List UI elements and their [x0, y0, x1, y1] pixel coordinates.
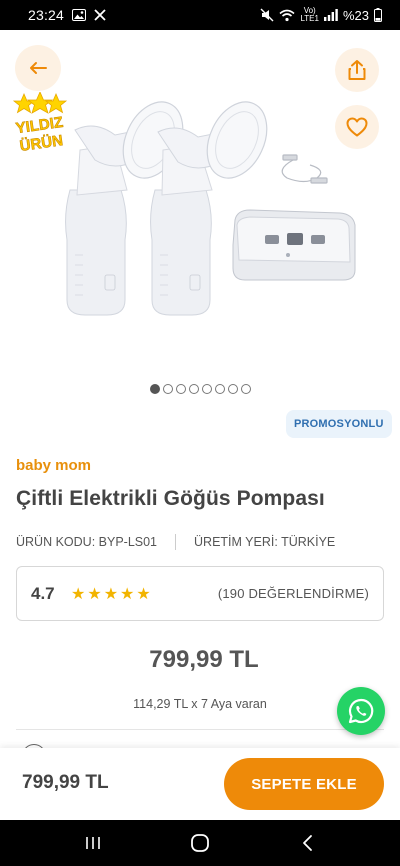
pagination-dot[interactable]	[176, 384, 186, 394]
whatsapp-icon	[348, 698, 374, 724]
pagination-dot[interactable]	[228, 384, 238, 394]
home-button[interactable]	[180, 828, 220, 858]
bottom-price: 799,99 TL	[22, 772, 109, 793]
status-left: 23:24	[28, 7, 106, 23]
bottom-purchase-bar: 799,99 TL SEPETE EKLE	[0, 748, 400, 820]
star-icon: ★	[87, 585, 102, 603]
product-image[interactable]	[55, 90, 365, 320]
home-icon	[191, 834, 209, 852]
back-button[interactable]	[15, 45, 61, 91]
share-icon	[348, 60, 366, 80]
star-icon: ★	[71, 585, 86, 603]
star-icon: ★	[103, 585, 119, 603]
rating-summary[interactable]: 4.7 ★ ★ ★ ★ ★ (190 DEĞERLENDİRME)	[16, 566, 384, 621]
system-navigation-bar	[0, 820, 400, 866]
pagination-dot[interactable]	[202, 384, 212, 394]
status-right: Vo) LTE1 %23	[260, 7, 382, 23]
x-logo-icon	[94, 9, 106, 21]
meta-divider	[175, 534, 177, 550]
section-divider	[16, 729, 384, 730]
battery-icon	[374, 8, 382, 22]
product-origin: ÜRETİM YERİ: TÜRKİYE	[194, 535, 336, 549]
rating-stars: ★ ★ ★ ★ ★	[71, 584, 151, 604]
rating-value: 4.7	[31, 583, 55, 603]
pagination-dot[interactable]	[215, 384, 225, 394]
product-price: 799,99 TL	[149, 646, 259, 673]
brand-link[interactable]: baby mom	[16, 457, 91, 474]
pagination-dot[interactable]	[189, 384, 199, 394]
pagination-dot[interactable]	[241, 384, 251, 394]
recent-apps-button[interactable]	[73, 828, 113, 858]
chevron-left-icon	[302, 835, 312, 851]
product-gallery[interactable]: YILDIZ ÜRÜN	[0, 30, 400, 400]
wifi-icon	[279, 9, 295, 22]
mute-icon	[260, 8, 274, 22]
status-bar: 23:24 Vo) LTE1 %23	[0, 0, 400, 30]
pagination-dot[interactable]	[163, 384, 173, 394]
image-pagination[interactable]	[150, 384, 251, 394]
motor-unit	[232, 209, 356, 281]
status-time: 23:24	[28, 7, 65, 23]
pagination-dot[interactable]	[150, 384, 160, 394]
product-code: ÜRÜN KODU: BYP-LS01	[16, 535, 158, 549]
whatsapp-button[interactable]	[337, 687, 385, 735]
star-icon: ★	[120, 585, 135, 603]
battery-percent: %23	[342, 7, 369, 23]
cable	[281, 154, 328, 184]
arrow-left-icon	[30, 62, 47, 74]
product-title: Çiftli Elektrikli Göğüs Pompası	[16, 487, 325, 510]
network-label: Vo) LTE1	[300, 6, 319, 23]
share-button[interactable]	[335, 48, 379, 92]
recent-apps-icon	[86, 837, 101, 849]
star-icon: ★	[136, 585, 151, 603]
nav-back-button[interactable]	[287, 828, 327, 858]
signal-icon	[323, 9, 338, 21]
network-type: LTE1	[300, 14, 319, 23]
gallery-icon	[72, 9, 87, 21]
review-count-link[interactable]: (190 DEĞERLENDİRME)	[218, 586, 369, 601]
promo-badge: PROMOSYONLU	[286, 410, 392, 438]
add-to-cart-button[interactable]: SEPETE EKLE	[224, 758, 384, 810]
product-meta: ÜRÜN KODU: BYP-LS01 ÜRETİM YERİ: TÜRKİYE	[16, 534, 335, 550]
